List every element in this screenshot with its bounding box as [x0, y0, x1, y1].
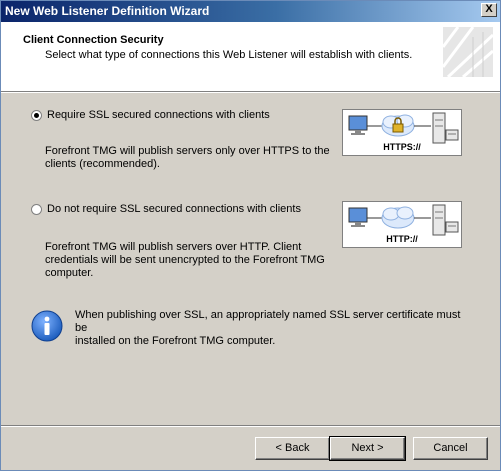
ssl-info-line1: When publishing over SSL, an appropriate… — [75, 309, 461, 334]
ssl-not-required-desc-line1: Forefront TMG will publish servers over … — [45, 241, 302, 253]
https-diagram: HTTPS:// — [342, 109, 462, 156]
https-network-icon — [348, 112, 459, 144]
wizard-header: Client Connection Security Select what t… — [1, 22, 500, 92]
ssl-required-description: Forefront TMG will publish servers only … — [45, 145, 330, 171]
close-icon: X — [485, 3, 493, 15]
page-title: Client Connection Security — [23, 34, 164, 46]
ssl-required-desc-line1: Forefront TMG will publish servers only … — [45, 145, 330, 157]
https-protocol-label: HTTPS:// — [383, 142, 421, 152]
cancel-button[interactable]: Cancel — [413, 437, 488, 460]
close-button[interactable]: X — [481, 3, 497, 17]
ssl-required-option[interactable]: Require SSL secured connections with cli… — [31, 109, 270, 121]
ssl-not-required-radio[interactable] — [31, 203, 42, 215]
ssl-required-radio[interactable] — [31, 109, 42, 121]
footer-separator — [1, 425, 500, 427]
ssl-not-required-desc-line2: credentials will be sent unencrypted to … — [45, 254, 325, 266]
back-button[interactable]: < Back — [255, 437, 330, 460]
header-separator — [1, 92, 500, 93]
title-bar: New Web Listener Definition Wizard X — [1, 1, 500, 22]
ssl-required-desc-line2: clients (recommended). — [45, 158, 160, 170]
http-protocol-label: HTTP:// — [386, 234, 418, 244]
info-icon — [31, 310, 63, 342]
ssl-not-required-description: Forefront TMG will publish servers over … — [45, 241, 325, 280]
next-button[interactable]: Next > — [329, 436, 406, 461]
http-diagram: HTTP:// — [342, 201, 462, 248]
page-subtitle: Select what type of connections this Web… — [45, 49, 413, 61]
wizard-window: New Web Listener Definition Wizard X Cli… — [0, 0, 501, 471]
ssl-info-line2: installed on the Forefront TMG computer. — [75, 335, 276, 347]
ssl-required-label[interactable]: Require SSL secured connections with cli… — [47, 109, 270, 121]
ssl-not-required-desc-line3: computer. — [45, 267, 94, 279]
http-network-icon — [348, 204, 459, 236]
ssl-info-message: When publishing over SSL, an appropriate… — [75, 309, 475, 348]
wizard-logo-icon — [443, 27, 493, 77]
window-title: New Web Listener Definition Wizard — [5, 4, 210, 18]
ssl-not-required-label[interactable]: Do not require SSL secured connections w… — [47, 203, 301, 215]
ssl-not-required-option[interactable]: Do not require SSL secured connections w… — [31, 203, 301, 215]
